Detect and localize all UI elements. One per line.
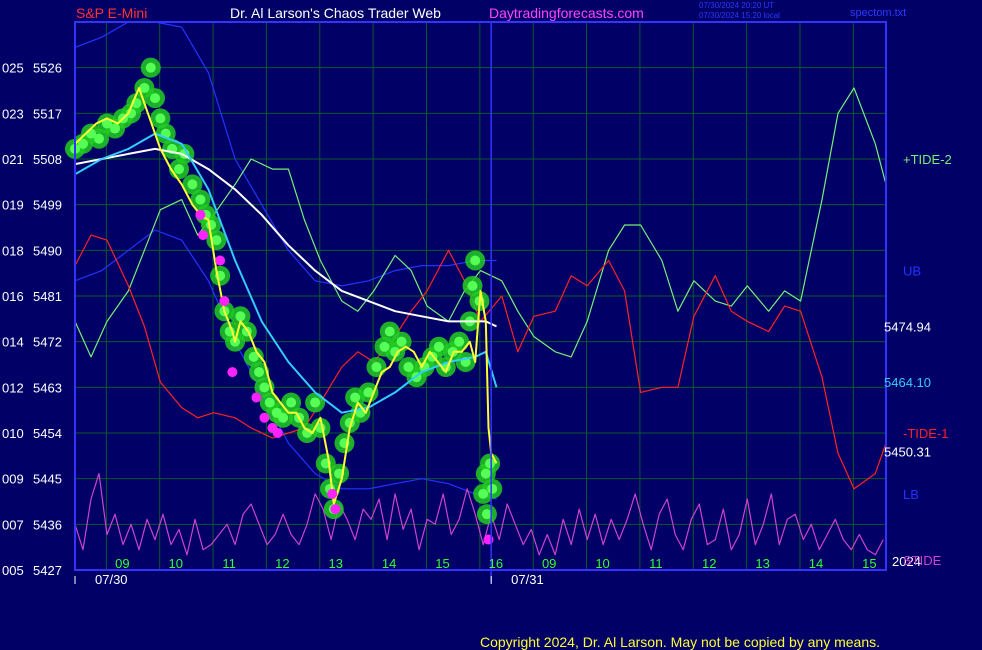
y-tick-label-left: 007 [2,517,24,532]
cloud-core [454,336,465,347]
x-tick-label: 11 [222,556,236,571]
magenta-dot [259,412,270,423]
y-tick-label: 5526 [33,61,62,76]
magenta-dot [272,428,283,438]
y-tick-label-left: 009 [2,472,24,487]
x-tick-label: 13 [329,556,343,571]
x-tick-label: 09 [542,556,556,571]
cloud-core [470,255,481,266]
magenta-dot [227,367,238,378]
y-tick-label: 5463 [33,380,62,395]
right-series-label: LB [903,487,919,502]
x-tick-label: 10 [168,556,182,571]
x-tick-label: 14 [809,556,823,571]
cloud-core [396,336,407,347]
y-tick-label-left: 018 [2,243,24,258]
magenta-dot [195,209,206,220]
cloud-core [235,311,246,322]
y-tick-label-left: 021 [2,152,24,167]
x-tick-label: 11 [649,556,663,571]
cloud-core [150,93,161,104]
y-tick-label-left: 014 [2,335,24,350]
cloud-core [487,483,498,494]
right-value-label: 5450.31 [884,445,931,460]
cloud-core [379,341,390,352]
cloud-core [481,509,492,520]
local-time: 07/30/2024 15:20 local [699,11,780,20]
magenta-dot [251,392,262,403]
symbol-title: S&P E-Mini [76,5,147,21]
y-tick-label-left: 005 [2,563,24,578]
cloud-core [403,362,414,373]
y-tick-label: 5472 [33,335,62,350]
y-tick-label: 5481 [33,289,62,304]
x-tick-label: 09 [115,556,129,571]
magenta-dot [330,504,341,515]
magenta-dot [483,534,494,545]
y-tick-label: 5454 [33,426,62,441]
x-tick-label: 14 [382,556,396,571]
x-tick-label: 10 [595,556,609,571]
copyright: Copyright 2024, Dr. Al Larson. May not b… [480,634,880,650]
right-series-label: -TIDE-1 [903,426,949,441]
cloud-core [371,362,382,373]
x-tick-label: 15 [862,556,876,571]
chart-canvas: 025 5526 023 5517 021 5508 019 5499 018 5490 016 54… [0,0,982,650]
utc-time: 07/30/2024 20:20 UT [699,1,774,10]
right-series-label: STIDE [903,553,942,568]
y-tick-label: 5445 [33,472,62,487]
y-tick-label-left: 010 [2,426,24,441]
y-tick-label: 5436 [33,517,62,532]
cloud-core [467,280,478,291]
site-title: Dr. Al Larson's Chaos Trader Web [230,5,441,21]
cloud-core [254,367,265,378]
right-series-label: +TIDE-2 [903,152,952,167]
cloud-core [310,397,321,408]
cloud-core [480,468,491,479]
cloud-core [264,397,275,408]
date-label: 07/31 [511,572,544,587]
file-name: spectom.txt [850,7,906,19]
y-tick-label-left: 012 [2,380,24,395]
x-tick-label: 12 [702,556,716,571]
cloud-core [206,219,217,230]
y-tick-label: 5427 [33,563,62,578]
magenta-dot [327,488,338,499]
cloud-core [433,341,444,352]
y-tick-label: 5499 [33,198,62,213]
y-tick-label-left: 025 [2,61,24,76]
right-value-label: 5464.10 [884,375,931,390]
cloud-core [195,194,206,205]
right-value-label: 5474.94 [884,320,931,335]
cloud-core [187,179,198,190]
magenta-dot [215,255,226,266]
magenta-dot [198,230,209,241]
x-tick-label: 12 [275,556,289,571]
y-tick-label-left: 019 [2,198,24,213]
cloud-core [259,382,270,393]
cloud-core [350,392,361,403]
cloud-core [278,412,289,423]
site-url[interactable]: Daytradingforecasts.com [489,5,644,21]
x-tick-label: 16 [489,556,503,571]
cloud-core [145,62,156,73]
cloud-core [94,133,105,144]
date-label: 07/30 [95,572,128,587]
cloud-core [110,123,121,134]
y-tick-label-left: 016 [2,289,24,304]
cloud-core [478,488,489,499]
cloud-core [286,397,297,408]
x-tick-label: 13 [755,556,769,571]
y-tick-label-left: 023 [2,106,24,121]
y-tick-label: 5517 [33,106,62,121]
cloud-core [384,326,395,337]
cloud-core [174,164,185,175]
y-tick-label: 5490 [33,243,62,258]
y-tick-label: 5508 [33,152,62,167]
x-tick-label: 15 [435,556,449,571]
magenta-dot [219,296,230,307]
cloud-core [155,113,166,124]
right-series-label: UB [903,264,921,279]
